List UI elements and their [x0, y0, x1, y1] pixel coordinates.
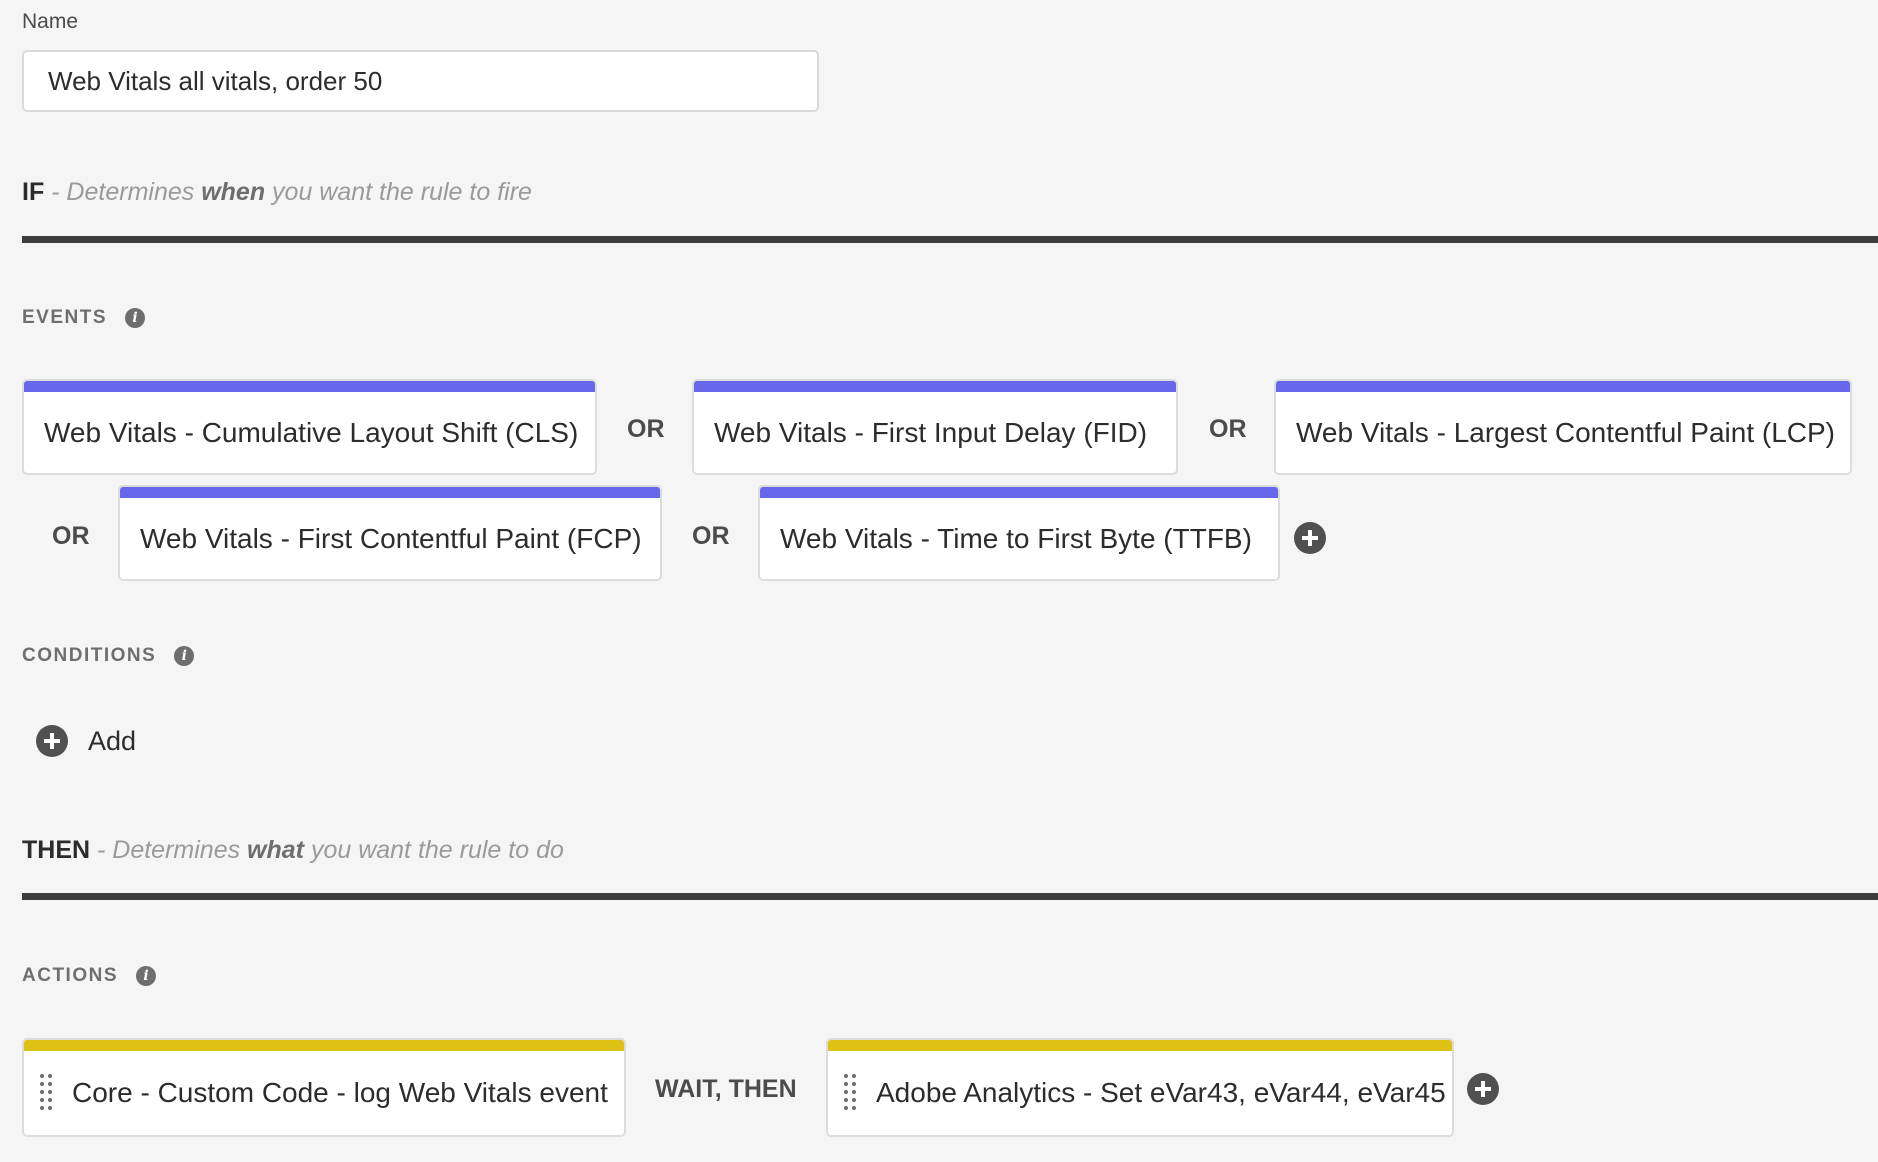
events-heading: EVENTS i	[22, 307, 146, 329]
event-card-fid[interactable]: Web Vitals - First Input Delay (FID)	[692, 379, 1178, 475]
or-connector: OR	[52, 522, 90, 550]
event-card-lcp[interactable]: Web Vitals - Largest Contentful Paint (L…	[1274, 379, 1852, 475]
action-card-accent-bar	[828, 1040, 1452, 1051]
add-condition-label: Add	[88, 725, 137, 756]
if-heading-prefix: - Determines	[44, 178, 202, 206]
if-keyword: IF	[22, 178, 45, 206]
then-heading-emphasis: what	[247, 836, 304, 864]
conditions-heading-label: CONDITIONS	[22, 645, 157, 666]
then-heading-prefix: - Determines	[90, 836, 248, 864]
then-section-heading: THEN - Determines what you want the rule…	[22, 836, 564, 865]
or-connector: OR	[692, 522, 730, 550]
event-card-accent-bar	[694, 381, 1176, 392]
plus-icon	[1302, 530, 1318, 546]
wait-then-connector: WAIT, THEN	[655, 1075, 797, 1103]
plus-icon	[1475, 1081, 1491, 1097]
plus-icon	[36, 725, 68, 757]
info-icon[interactable]: i	[125, 308, 146, 328]
event-card-accent-bar	[760, 487, 1278, 498]
event-card-label: Web Vitals - Cumulative Layout Shift (CL…	[44, 416, 579, 448]
then-keyword: THEN	[22, 836, 91, 864]
event-card-ttfb[interactable]: Web Vitals - Time to First Byte (TTFB)	[758, 485, 1280, 581]
info-icon[interactable]: i	[136, 966, 156, 986]
add-event-button[interactable]	[1294, 522, 1326, 554]
event-card-accent-bar	[24, 381, 595, 392]
if-heading-suffix: you want the rule to fire	[265, 178, 532, 206]
rule-name-input[interactable]	[22, 50, 819, 112]
or-connector: OR	[1209, 415, 1247, 443]
if-section-divider	[22, 236, 1878, 243]
event-card-label: Web Vitals - First Contentful Paint (FCP…	[140, 522, 642, 554]
name-field-label: Name	[22, 10, 79, 33]
action-card-adobe-analytics[interactable]: Adobe Analytics - Set eVar43, eVar44, eV…	[826, 1038, 1454, 1137]
then-heading-suffix: you want the rule to do	[304, 836, 564, 864]
if-section-heading: IF - Determines when you want the rule t…	[22, 178, 532, 207]
action-card-accent-bar	[24, 1040, 624, 1051]
actions-heading: ACTIONS i	[22, 965, 156, 987]
event-card-accent-bar	[120, 487, 660, 498]
event-card-fcp[interactable]: Web Vitals - First Contentful Paint (FCP…	[118, 485, 662, 581]
action-card-label: Core - Custom Code - log Web Vitals even…	[72, 1077, 608, 1108]
info-icon[interactable]: i	[174, 646, 195, 666]
event-card-label: Web Vitals - Time to First Byte (TTFB)	[780, 522, 1252, 554]
action-card-custom-code[interactable]: Core - Custom Code - log Web Vitals even…	[22, 1038, 626, 1137]
drag-handle-icon[interactable]	[844, 1074, 856, 1112]
add-action-button[interactable]	[1467, 1073, 1499, 1105]
drag-handle-icon[interactable]	[40, 1074, 52, 1112]
conditions-heading: CONDITIONS i	[22, 645, 195, 667]
or-connector: OR	[627, 415, 665, 443]
if-heading-emphasis: when	[201, 178, 266, 206]
actions-heading-label: ACTIONS	[22, 965, 118, 986]
events-heading-label: EVENTS	[22, 307, 108, 328]
event-card-cls[interactable]: Web Vitals - Cumulative Layout Shift (CL…	[22, 379, 597, 475]
action-card-label: Adobe Analytics - Set eVar43, eVar44, eV…	[876, 1077, 1446, 1108]
add-condition-button[interactable]: Add	[36, 725, 136, 757]
event-card-label: Web Vitals - First Input Delay (FID)	[714, 416, 1148, 448]
event-card-accent-bar	[1276, 381, 1850, 392]
event-card-label: Web Vitals - Largest Contentful Paint (L…	[1296, 416, 1835, 448]
then-section-divider	[22, 893, 1878, 900]
